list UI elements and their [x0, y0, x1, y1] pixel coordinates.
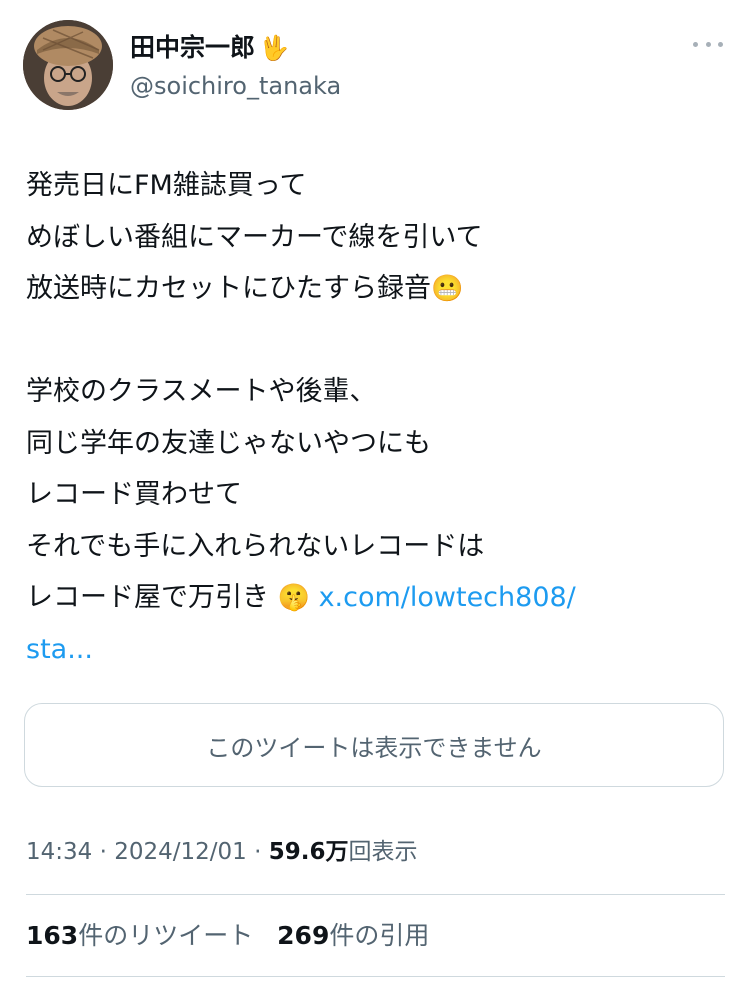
- tweet-line: 学校のクラスメートや後輩、: [26, 376, 377, 407]
- more-dots-icon[interactable]: [693, 34, 723, 54]
- vulcan-salute-emoji-icon: 🖖: [259, 34, 289, 62]
- views-label: 回表示: [348, 839, 418, 865]
- retweets-label: 件のリツイート: [78, 921, 254, 950]
- tweet-header: 田中宗一郎 🖖 @soichiro_tanaka: [23, 20, 729, 112]
- retweets-stat[interactable]: 163件のリツイート: [26, 921, 253, 950]
- quoted-tweet-unavailable: このツイートは表示できません: [24, 703, 724, 787]
- tweet-line: めぼしい番組にマーカーで線を引いて: [26, 221, 483, 253]
- tweet-line: 発売日にFM雑誌買って: [26, 170, 307, 201]
- grimacing-face-emoji-icon: 😬: [431, 274, 464, 304]
- views-count: 59.6万: [268, 839, 349, 865]
- author-name-row[interactable]: 田中宗一郎 🖖: [130, 32, 289, 64]
- quotes-count: 269: [277, 921, 330, 950]
- tweet-time[interactable]: 14:34: [26, 839, 92, 865]
- author-display-name[interactable]: 田中宗一郎: [130, 33, 255, 62]
- divider: [26, 976, 725, 977]
- retweets-count: 163: [26, 921, 79, 950]
- tweet-text: 発売日にFM雑誌買って めぼしい番組にマーカーで線を引いて 放送時にカセットにひ…: [26, 160, 726, 675]
- quotes-label: 件の引用: [329, 921, 430, 950]
- tweet-line: それでも手に入れられないレコードは: [26, 530, 485, 562]
- tweet-line: レコード買わせて: [26, 479, 242, 510]
- tweet-line: sta...: [26, 624, 726, 676]
- tweet-stats: 163件のリツイート 269件の引用: [26, 918, 445, 954]
- tweet-meta: 14:34 · 2024/12/01 · 59.6万回表示: [26, 839, 418, 865]
- divider: [26, 894, 725, 895]
- tweet-line: 放送時にカセットにひたすら録音😬: [26, 273, 464, 304]
- unavailable-message: このツイートは表示できません: [206, 733, 542, 762]
- tweet-date[interactable]: 2024/12/01: [114, 839, 247, 865]
- shushing-face-emoji-icon: 🤫: [277, 583, 310, 613]
- tweet-link-continued[interactable]: sta...: [26, 634, 93, 665]
- avatar[interactable]: [23, 20, 113, 110]
- author-handle[interactable]: @soichiro_tanaka: [130, 70, 341, 102]
- avatar-image: [23, 20, 113, 110]
- tweet-line: レコード屋で万引き 🤫 x.com/lowtech808/: [26, 582, 576, 613]
- tweet-line: 同じ学年の友達じゃないやつにも: [26, 427, 431, 459]
- tweet-link[interactable]: x.com/lowtech808/: [319, 582, 576, 613]
- quotes-stat[interactable]: 269件の引用: [277, 921, 429, 950]
